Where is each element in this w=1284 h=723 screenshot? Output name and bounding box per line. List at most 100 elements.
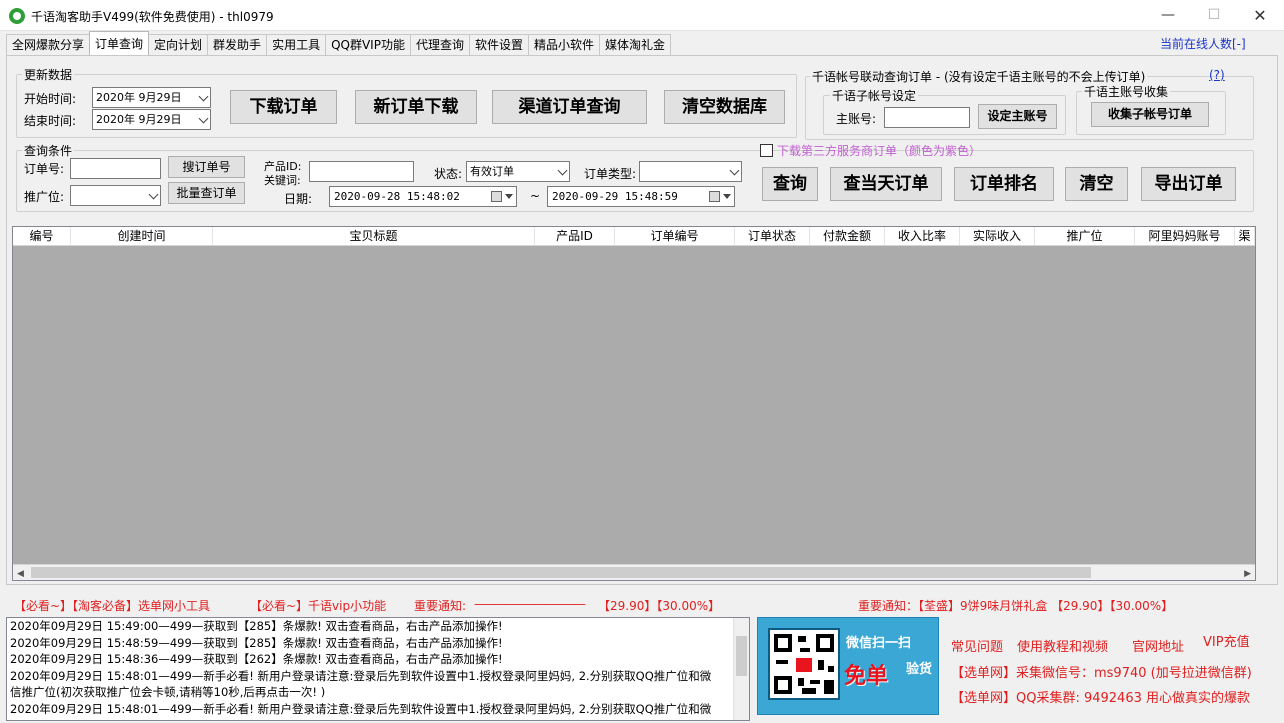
tutorial-link[interactable]: 使用教程和视频 [1017,636,1108,655]
column-header-channel[interactable]: 渠 [1235,227,1255,245]
column-header-order-no[interactable]: 订单编号 [615,227,735,245]
column-header-product-id[interactable]: 产品ID [535,227,615,245]
status-label: 状态: [434,167,463,181]
tab-directed-plan[interactable]: 定向计划 [148,34,209,55]
calendar-icon [709,191,720,202]
log-line: 2020年09月29日 15:48:36—499—获取到【262】条爆款! 双击… [10,652,503,666]
link-vip-feature[interactable]: 【必看~】千语vip小功能 [250,597,386,614]
tab-hot-share[interactable]: 全网爆款分享 [6,34,91,55]
adzone-select[interactable] [70,185,161,206]
order-type-select[interactable] [639,161,742,182]
date-label: 日期: [284,192,313,206]
scroll-thumb[interactable] [31,567,1091,578]
link-tool[interactable]: 【必看~】【淘客必备】选单网小工具 [14,597,210,614]
start-date-picker[interactable]: 2020年 9月29日 [92,87,211,108]
notice-label: 重要通知: [414,599,467,613]
order-rank-button[interactable]: 订单排名 [954,167,1054,201]
tab-agent-query[interactable]: 代理查询 [409,34,470,55]
download-orders-button[interactable]: 下载订单 [230,90,337,124]
wechat-scan-banner[interactable]: 微信扫一扫 免单 验货 [757,617,939,715]
batch-query-button[interactable]: 批量查订单 [168,182,245,204]
order-no-input[interactable] [70,158,161,179]
update-group-label: 更新数据 [22,66,75,83]
status-value: 有效订单 [470,165,514,178]
minimize-button[interactable]: — [1145,0,1191,31]
column-header-rate[interactable]: 收入比率 [885,227,960,245]
tab-mass-send[interactable]: 群发助手 [207,34,268,55]
tab-media-gift[interactable]: 媒体淘礼金 [599,34,672,55]
column-header-adzone[interactable]: 推广位 [1035,227,1135,245]
tab-mini-software[interactable]: 精品小软件 [528,34,601,55]
help-link[interactable]: (?) [1209,68,1225,82]
online-count-link[interactable]: 当前在线人数[-] [1160,35,1246,52]
official-site-link[interactable]: 官网地址 [1132,636,1184,655]
qr-code-icon [768,628,840,700]
date-to-picker[interactable]: 2020-09-29 15:48:59 [547,186,735,207]
column-header-title[interactable]: 宝贝标题 [213,227,535,245]
maximize-button[interactable]: ☐ [1191,0,1237,31]
qq-collect-link[interactable]: 【选单网】QQ采集群: 9492463 用心做真实的爆款 [951,687,1250,706]
faq-link[interactable]: 常见问题 [951,636,1003,655]
today-orders-button[interactable]: 查当天订单 [830,167,942,201]
vertical-scrollbar[interactable] [733,618,749,720]
query-group-label: 查询条件 [22,142,75,159]
product-keyword-input[interactable] [309,161,414,182]
column-header-income[interactable]: 实际收入 [960,227,1035,245]
close-button[interactable]: ✕ [1237,0,1283,31]
clear-database-button[interactable]: 清空数据库 [664,90,785,124]
log-output[interactable]: 2020年09月29日 15:49:00—499—获取到【285】条爆款! 双击… [6,617,750,721]
start-date-value: 2020年 9月29日 [96,91,182,104]
date-separator: ~ [530,189,541,203]
calendar-icon [491,191,502,202]
export-orders-button[interactable]: 导出订单 [1141,167,1236,201]
vip-recharge-link[interactable]: VIP充值 [1203,631,1250,650]
end-date-picker[interactable]: 2020年 9月29日 [92,109,211,130]
adzone-label: 推广位: [24,190,65,204]
collect-sub-orders-button[interactable]: 收集子帐号订单 [1091,102,1209,127]
column-header-created[interactable]: 创建时间 [71,227,213,245]
search-order-no-button[interactable]: 搜订单号 [168,156,245,178]
wechat-collect-link[interactable]: 【选单网】采集微信号：ms9740 (加号拉进微信群) [951,662,1252,681]
app-logo-icon [9,8,25,24]
clear-button[interactable]: 清空 [1065,167,1128,201]
table-header: 编号 创建时间 宝贝标题 产品ID 订单编号 订单状态 付款金额 收入比率 实际… [13,227,1255,246]
main-tabs: 全网爆款分享 订单查询 定向计划 群发助手 实用工具 QQ群VIP功能 代理查询… [6,31,672,56]
scroll-right-icon[interactable]: ▶ [1244,569,1251,579]
query-button[interactable]: 查询 [762,167,818,201]
tab-tools[interactable]: 实用工具 [266,34,327,55]
notice-product-link[interactable]: 重要通知：【荃盛】9饼9味月饼礼盒 【29.90】【30.00%】 [858,597,1173,614]
window-title: 千语淘客助手V499(软件免费使用) - thl0979 [31,10,274,24]
status-select[interactable]: 有效订单 [466,161,570,182]
channel-order-query-button[interactable]: 渠道订单查询 [492,90,647,124]
keyword-label: 关键词: [264,174,301,187]
date-from-picker[interactable]: 2020-09-28 15:48:02 [329,186,517,207]
new-order-download-button[interactable]: 新订单下载 [355,90,477,124]
tab-qq-vip[interactable]: QQ群VIP功能 [325,34,411,55]
log-line: 2020年09月29日 15:48:01—499—新手必看! 新用户登录请注意:… [10,668,712,683]
tab-order-query[interactable]: 订单查询 [89,31,150,55]
set-main-account-button[interactable]: 设定主账号 [978,104,1057,129]
column-header-id[interactable]: 编号 [13,227,71,245]
horizontal-scrollbar[interactable]: ◀ ▶ [13,564,1255,580]
ad-scan-text: 微信扫一扫 [846,636,912,651]
notice-price[interactable]: 【29.90】【30.00%】 [598,597,720,614]
column-header-status[interactable]: 订单状态 [735,227,810,245]
start-time-label: 开始时间: [24,92,77,106]
third-party-checkbox[interactable] [760,144,773,157]
chevron-down-icon [557,165,568,176]
main-account-input[interactable] [884,107,970,128]
column-header-alimama[interactable]: 阿里妈妈账号 [1135,227,1235,245]
sub-account-group-label: 千语子帐号设定 [830,87,919,104]
date-to-value: 2020-09-29 15:48:59 [552,190,678,203]
orders-table[interactable]: 编号 创建时间 宝贝标题 产品ID 订单编号 订单状态 付款金额 收入比率 实际… [12,226,1256,581]
column-header-payment[interactable]: 付款金额 [810,227,885,245]
dropdown-arrow-icon [505,194,513,199]
chevron-down-icon [198,113,209,124]
third-party-label: 下载第三方服务商订单（颜色为紫色） [777,144,982,158]
tab-settings[interactable]: 软件设置 [468,34,529,55]
scroll-left-icon[interactable]: ◀ [17,569,24,579]
log-line: 信推广位(初次获取推广位会卡顿,请稍等10秒,后再点击一次! ) [10,685,326,699]
chevron-down-icon [729,165,740,176]
log-line: 2020年09月29日 15:48:59—499—获取到【285】条爆款! 双击… [10,635,503,650]
scroll-thumb[interactable] [736,636,747,676]
